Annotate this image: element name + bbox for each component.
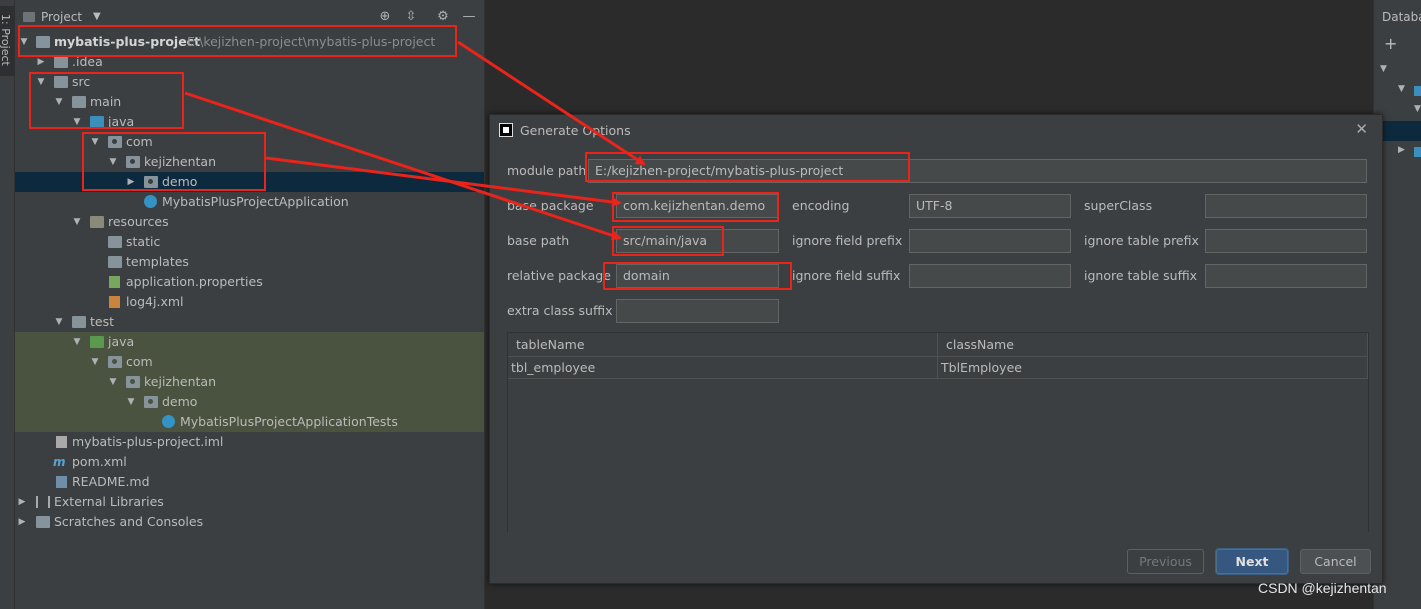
watermark: CSDN @kejizhentan bbox=[1258, 580, 1387, 596]
arrow-src-to-basepath bbox=[184, 91, 622, 241]
arrow-module-to-path bbox=[457, 40, 646, 166]
ide-window: 1: Project Project ▼ ⊕ ⇳ ⚙ — ▼ mybatis-p… bbox=[0, 0, 1421, 609]
annotation-arrows bbox=[184, 40, 646, 241]
arrow-package-to-basepackage bbox=[265, 156, 622, 207]
